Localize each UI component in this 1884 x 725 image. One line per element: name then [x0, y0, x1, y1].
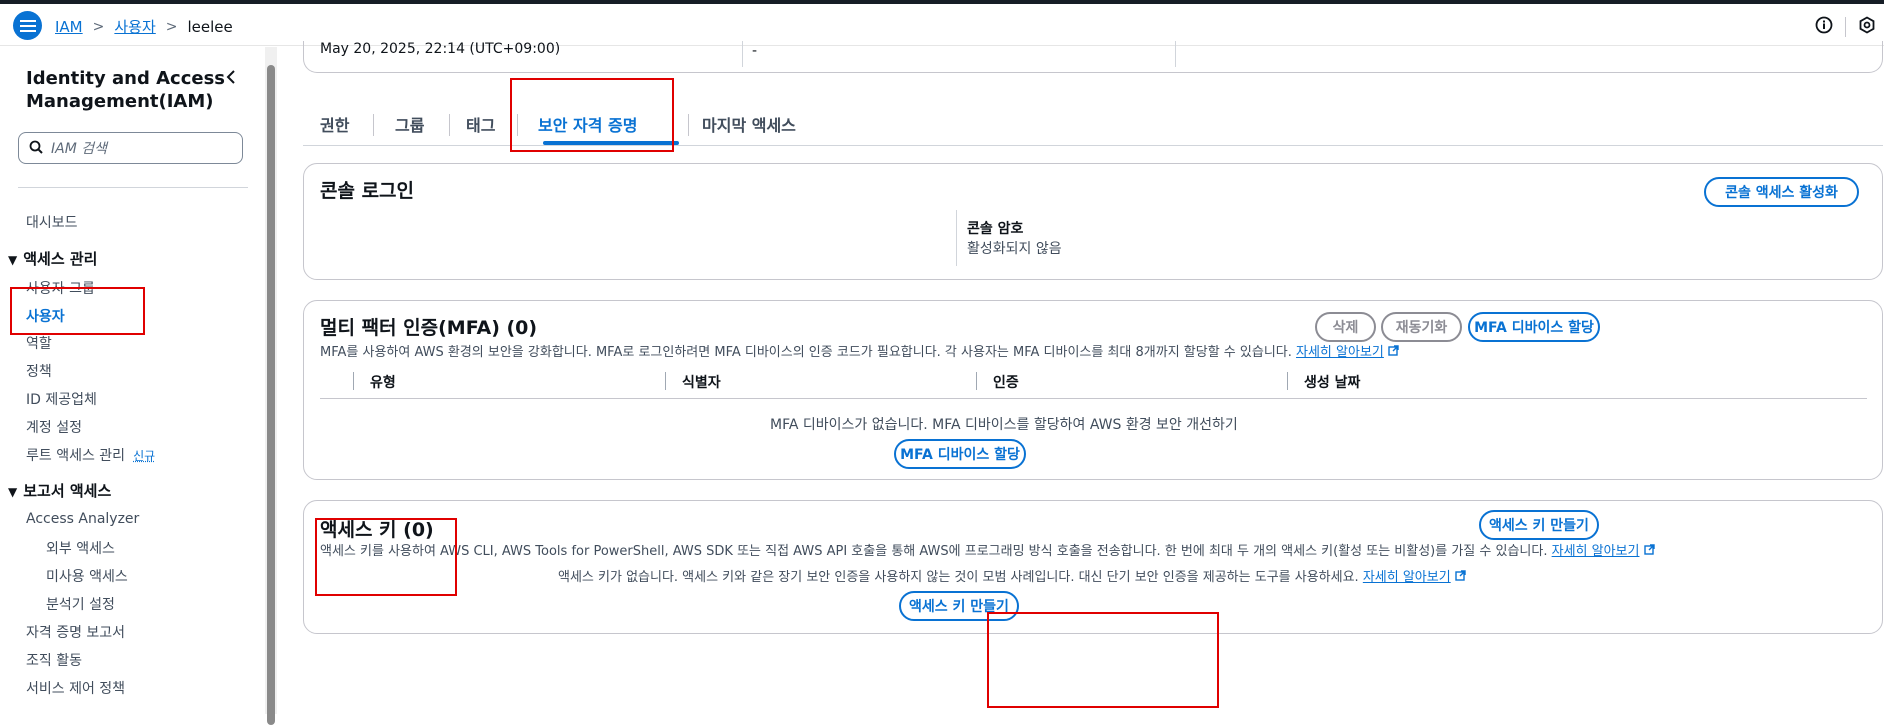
access-keys-title: 액세스 키 (0) [320, 519, 434, 541]
sidebar-item-users[interactable]: 사용자 [26, 306, 65, 326]
chevron-right-icon: > [165, 18, 178, 35]
sidebar-item-account-settings[interactable]: 계정 설정 [26, 417, 82, 437]
tab-tags[interactable]: 태그 [466, 112, 495, 136]
create-access-key-empty-button[interactable]: 액세스 키 만들기 [899, 591, 1019, 621]
sidebar-section-reports[interactable]: ▼ 보고서 액세스 [8, 480, 111, 501]
tab-groups[interactable]: 그룹 [395, 112, 424, 136]
sidebar-item-unused-access[interactable]: 미사용 액세스 [46, 566, 128, 586]
divider [1845, 17, 1846, 37]
created-date: May 20, 2025, 22:14 (UTC+09:00) [320, 41, 561, 57]
sidebar-item-dashboard[interactable]: 대시보드 [26, 212, 78, 232]
console-login-card: 콘솔 로그인 콘솔 액세스 활성화 콘솔 암호 활성화되지 않음 [303, 163, 1883, 280]
divider [665, 372, 666, 390]
external-link-icon [1455, 570, 1466, 585]
enable-console-access-button[interactable]: 콘솔 액세스 활성화 [1704, 177, 1859, 207]
summary-value: - [752, 43, 758, 59]
sidebar-section-access-management[interactable]: ▼ 액세스 관리 [8, 248, 97, 269]
resync-button[interactable]: 재동기화 [1381, 312, 1462, 342]
access-keys-card: 액세스 키 (0) 액세스 키 만들기 액세스 키를 사용하여 AWS CLI,… [303, 500, 1883, 634]
access-keys-learn-more-link[interactable]: 자세히 알아보기 [1552, 544, 1640, 559]
sidebar-item-roles[interactable]: 역할 [26, 333, 52, 353]
chevron-left-icon[interactable] [225, 69, 237, 88]
new-badge: 신규 [133, 449, 156, 463]
caret-down-icon: ▼ [8, 253, 18, 267]
divider [373, 114, 374, 136]
sidebar-item-root-access[interactable]: 루트 액세스 관리 신규 [26, 445, 155, 465]
active-tab-indicator [543, 141, 679, 145]
sidebar-item-user-groups[interactable]: 사용자 그룹 [26, 278, 95, 298]
divider [688, 114, 689, 136]
tab-permissions[interactable]: 권한 [320, 112, 349, 136]
console-password-value: 활성화되지 않음 [967, 241, 1062, 257]
tab-bar: 권한 그룹 태그 보안 자격 증명 마지막 액세스 [303, 104, 1883, 146]
sidebar-item-identity-providers[interactable]: ID 제공업체 [26, 389, 97, 409]
sidebar-title: Identity and Access Management(IAM) [26, 68, 226, 112]
divider [320, 398, 1867, 399]
mfa-description: MFA를 사용하여 AWS 환경의 보안을 강화합니다. MFA로 로그인하려면… [320, 341, 1399, 360]
breadcrumb-current: leelee [187, 17, 233, 36]
settings-icon[interactable] [1858, 16, 1876, 38]
create-access-key-button[interactable]: 액세스 키 만들기 [1479, 510, 1599, 540]
delete-button[interactable]: 삭제 [1315, 312, 1376, 342]
description-text: 액세스 키를 사용하여 AWS CLI, AWS Tools for Power… [320, 544, 1548, 559]
main-content: May 20, 2025, 22:14 (UTC+09:00) - 권한 그룹 … [277, 41, 1884, 714]
divider [517, 114, 518, 136]
divider [742, 41, 743, 67]
sidebar-item-access-analyzer[interactable]: Access Analyzer [26, 511, 139, 527]
search-icon [29, 139, 43, 158]
divider [956, 210, 957, 266]
column-header-created-date[interactable]: 생성 날짜 [1304, 372, 1360, 392]
mfa-card: 멀티 팩터 인증(MFA) (0) 삭제 재동기화 MFA 디바이스 할당 MF… [303, 300, 1883, 480]
column-header-certifications[interactable]: 인증 [993, 372, 1019, 392]
access-keys-description: 액세스 키를 사용하여 AWS CLI, AWS Tools for Power… [320, 540, 1655, 559]
divider [1175, 41, 1176, 67]
sidebar-scrollbar[interactable] [265, 47, 277, 725]
mfa-learn-more-link[interactable]: 자세히 알아보기 [1296, 345, 1384, 360]
assign-mfa-empty-button[interactable]: MFA 디바이스 할당 [894, 439, 1026, 469]
access-keys-empty-learn-more-link[interactable]: 자세히 알아보기 [1363, 570, 1451, 585]
empty-text: 액세스 키가 없습니다. 액세스 키와 같은 장기 보안 인증을 사용하지 않는… [558, 570, 1359, 585]
summary-panel: May 20, 2025, 22:14 (UTC+09:00) - [303, 41, 1883, 73]
sidebar-item-policies[interactable]: 정책 [26, 361, 52, 381]
divider [449, 114, 450, 136]
description-text: MFA를 사용하여 AWS 환경의 보안을 강화합니다. MFA로 로그인하려면… [320, 345, 1292, 360]
breadcrumb: IAM > 사용자 > leelee [55, 16, 233, 37]
console-login-title: 콘솔 로그인 [320, 180, 415, 202]
divider [976, 372, 977, 390]
external-link-icon [1388, 345, 1399, 360]
console-password-label: 콘솔 암호 [967, 221, 1024, 237]
top-bar: IAM > 사용자 > leelee [0, 4, 1884, 46]
divider [1287, 372, 1288, 390]
sidebar: Identity and Access Management(IAM) IAM … [0, 47, 265, 714]
sidebar-item-org-activity[interactable]: 조직 활동 [26, 650, 82, 670]
info-icon[interactable] [1815, 16, 1833, 38]
sidebar-item-scp[interactable]: 서비스 제어 정책 [26, 678, 125, 698]
sidebar-item-credential-report[interactable]: 자격 증명 보고서 [26, 622, 125, 642]
caret-down-icon: ▼ [8, 485, 18, 499]
tab-security-credentials[interactable]: 보안 자격 증명 [538, 112, 637, 136]
column-header-type[interactable]: 유형 [370, 372, 396, 392]
assign-mfa-button[interactable]: MFA 디바이스 할당 [1468, 312, 1600, 342]
access-keys-empty-message: 액세스 키가 없습니다. 액세스 키와 같은 장기 보안 인증을 사용하지 않는… [558, 566, 1466, 585]
menu-icon[interactable] [13, 11, 42, 40]
sidebar-item-analyzer-settings[interactable]: 분석기 설정 [46, 594, 115, 614]
scrollbar-thumb[interactable] [267, 65, 275, 725]
section-label: 액세스 관리 [23, 250, 98, 268]
item-label: 루트 액세스 관리 [26, 448, 126, 464]
tab-last-accessed[interactable]: 마지막 액세스 [702, 112, 796, 136]
divider [353, 372, 354, 390]
search-placeholder: IAM 검색 [51, 141, 107, 157]
column-header-identifier[interactable]: 식별자 [682, 372, 721, 392]
section-label: 보고서 액세스 [23, 482, 112, 500]
divider [18, 187, 248, 188]
search-input[interactable]: IAM 검색 [18, 132, 243, 164]
mfa-empty-message: MFA 디바이스가 없습니다. MFA 디바이스를 할당하여 AWS 환경 보안… [770, 417, 1238, 433]
sidebar-item-external-access[interactable]: 외부 액세스 [46, 538, 115, 558]
mfa-title: 멀티 팩터 인증(MFA) (0) [320, 317, 538, 339]
breadcrumb-users[interactable]: 사용자 [114, 16, 155, 37]
external-link-icon [1643, 544, 1655, 559]
chevron-right-icon: > [92, 18, 105, 35]
breadcrumb-iam[interactable]: IAM [55, 18, 83, 36]
